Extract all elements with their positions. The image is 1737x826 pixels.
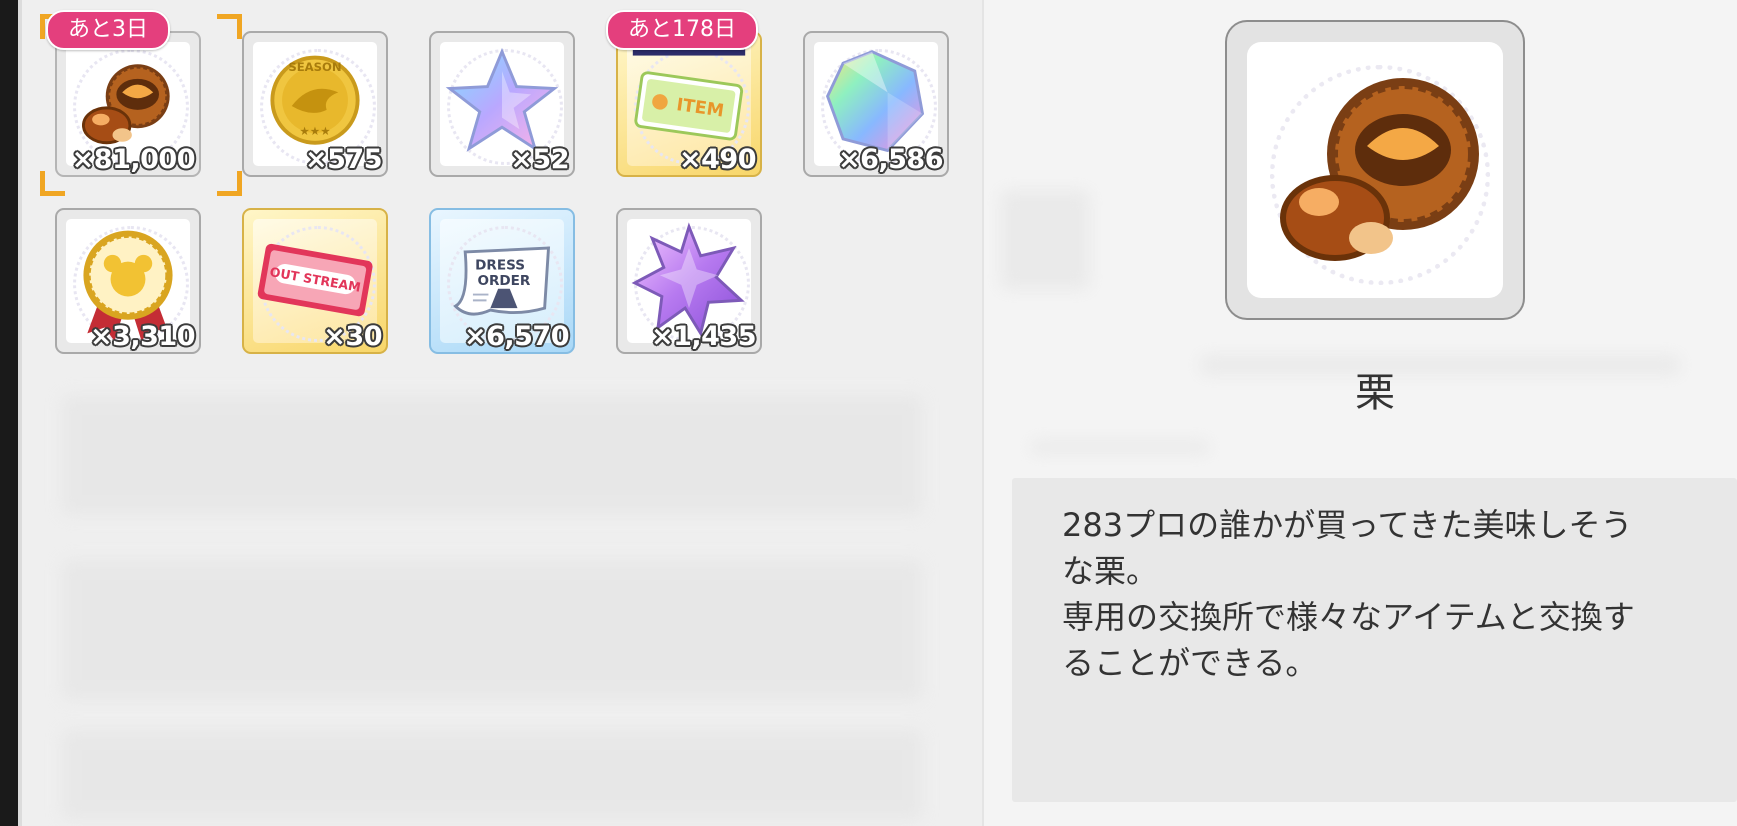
svg-text:DRESS: DRESS — [475, 257, 525, 273]
item-cell-item-ticket[interactable]: ITEM ×490 — [616, 31, 762, 177]
inventory-panel: ×81,000 あと3日 SEASON ★★★ ×575 ×52 ITEM ×4… — [22, 0, 984, 826]
item-cell-medal[interactable]: ×3,310 — [55, 208, 201, 354]
background-blur — [62, 560, 922, 700]
background-blur — [1000, 190, 1090, 290]
svg-text:★★★: ★★★ — [299, 124, 330, 138]
item-name: 栗 — [1355, 370, 1395, 416]
item-cell-crystal[interactable]: ×6,586 — [803, 31, 949, 177]
item-count: ×6,570 — [463, 321, 570, 352]
item-count: ×3,310 — [89, 321, 196, 352]
selection-corner — [217, 171, 242, 196]
item-count: ×490 — [679, 144, 756, 175]
item-count: ×81,000 — [71, 144, 196, 175]
chestnut-icon — [1280, 78, 1479, 261]
item-cell-star[interactable]: ×52 — [429, 31, 575, 177]
item-cell-outstream-ticket[interactable]: OUT STREAM ×30 — [242, 208, 388, 354]
svg-text:SEASON: SEASON — [288, 60, 341, 74]
svg-text:ORDER: ORDER — [477, 273, 530, 289]
background-blur — [62, 395, 922, 515]
selected-item-slot — [1247, 42, 1503, 298]
item-count: ×52 — [510, 144, 569, 175]
item-cell-chestnut[interactable]: ×81,000 — [55, 31, 201, 177]
item-description-box: 283プロの誰かが買ってきた美味しそう な栗。 専用の交換所で様々なアイテムと交… — [1012, 478, 1737, 802]
item-count: ×575 — [305, 144, 382, 175]
background-blur — [62, 730, 922, 820]
item-count: ×30 — [323, 321, 382, 352]
item-cell-dress-order[interactable]: DRESS ORDER ×6,570 — [429, 208, 575, 354]
item-count: ×1,435 — [650, 321, 757, 352]
deadline-badge: あと178日 — [606, 10, 758, 50]
item-description: 283プロの誰かが買ってきた美味しそう な栗。 専用の交換所で様々なアイテムと交… — [1062, 506, 1635, 682]
item-cell-star-piece[interactable]: ×1,435 — [616, 208, 762, 354]
item-cell-season-coin[interactable]: SEASON ★★★ ×575 — [242, 31, 388, 177]
background-blur — [1030, 440, 1210, 454]
selection-corner — [40, 171, 65, 196]
selected-item-frame — [1225, 20, 1525, 320]
item-count: ×6,586 — [837, 144, 944, 175]
deadline-badge: あと3日 — [46, 10, 170, 50]
selection-corner — [217, 14, 242, 39]
